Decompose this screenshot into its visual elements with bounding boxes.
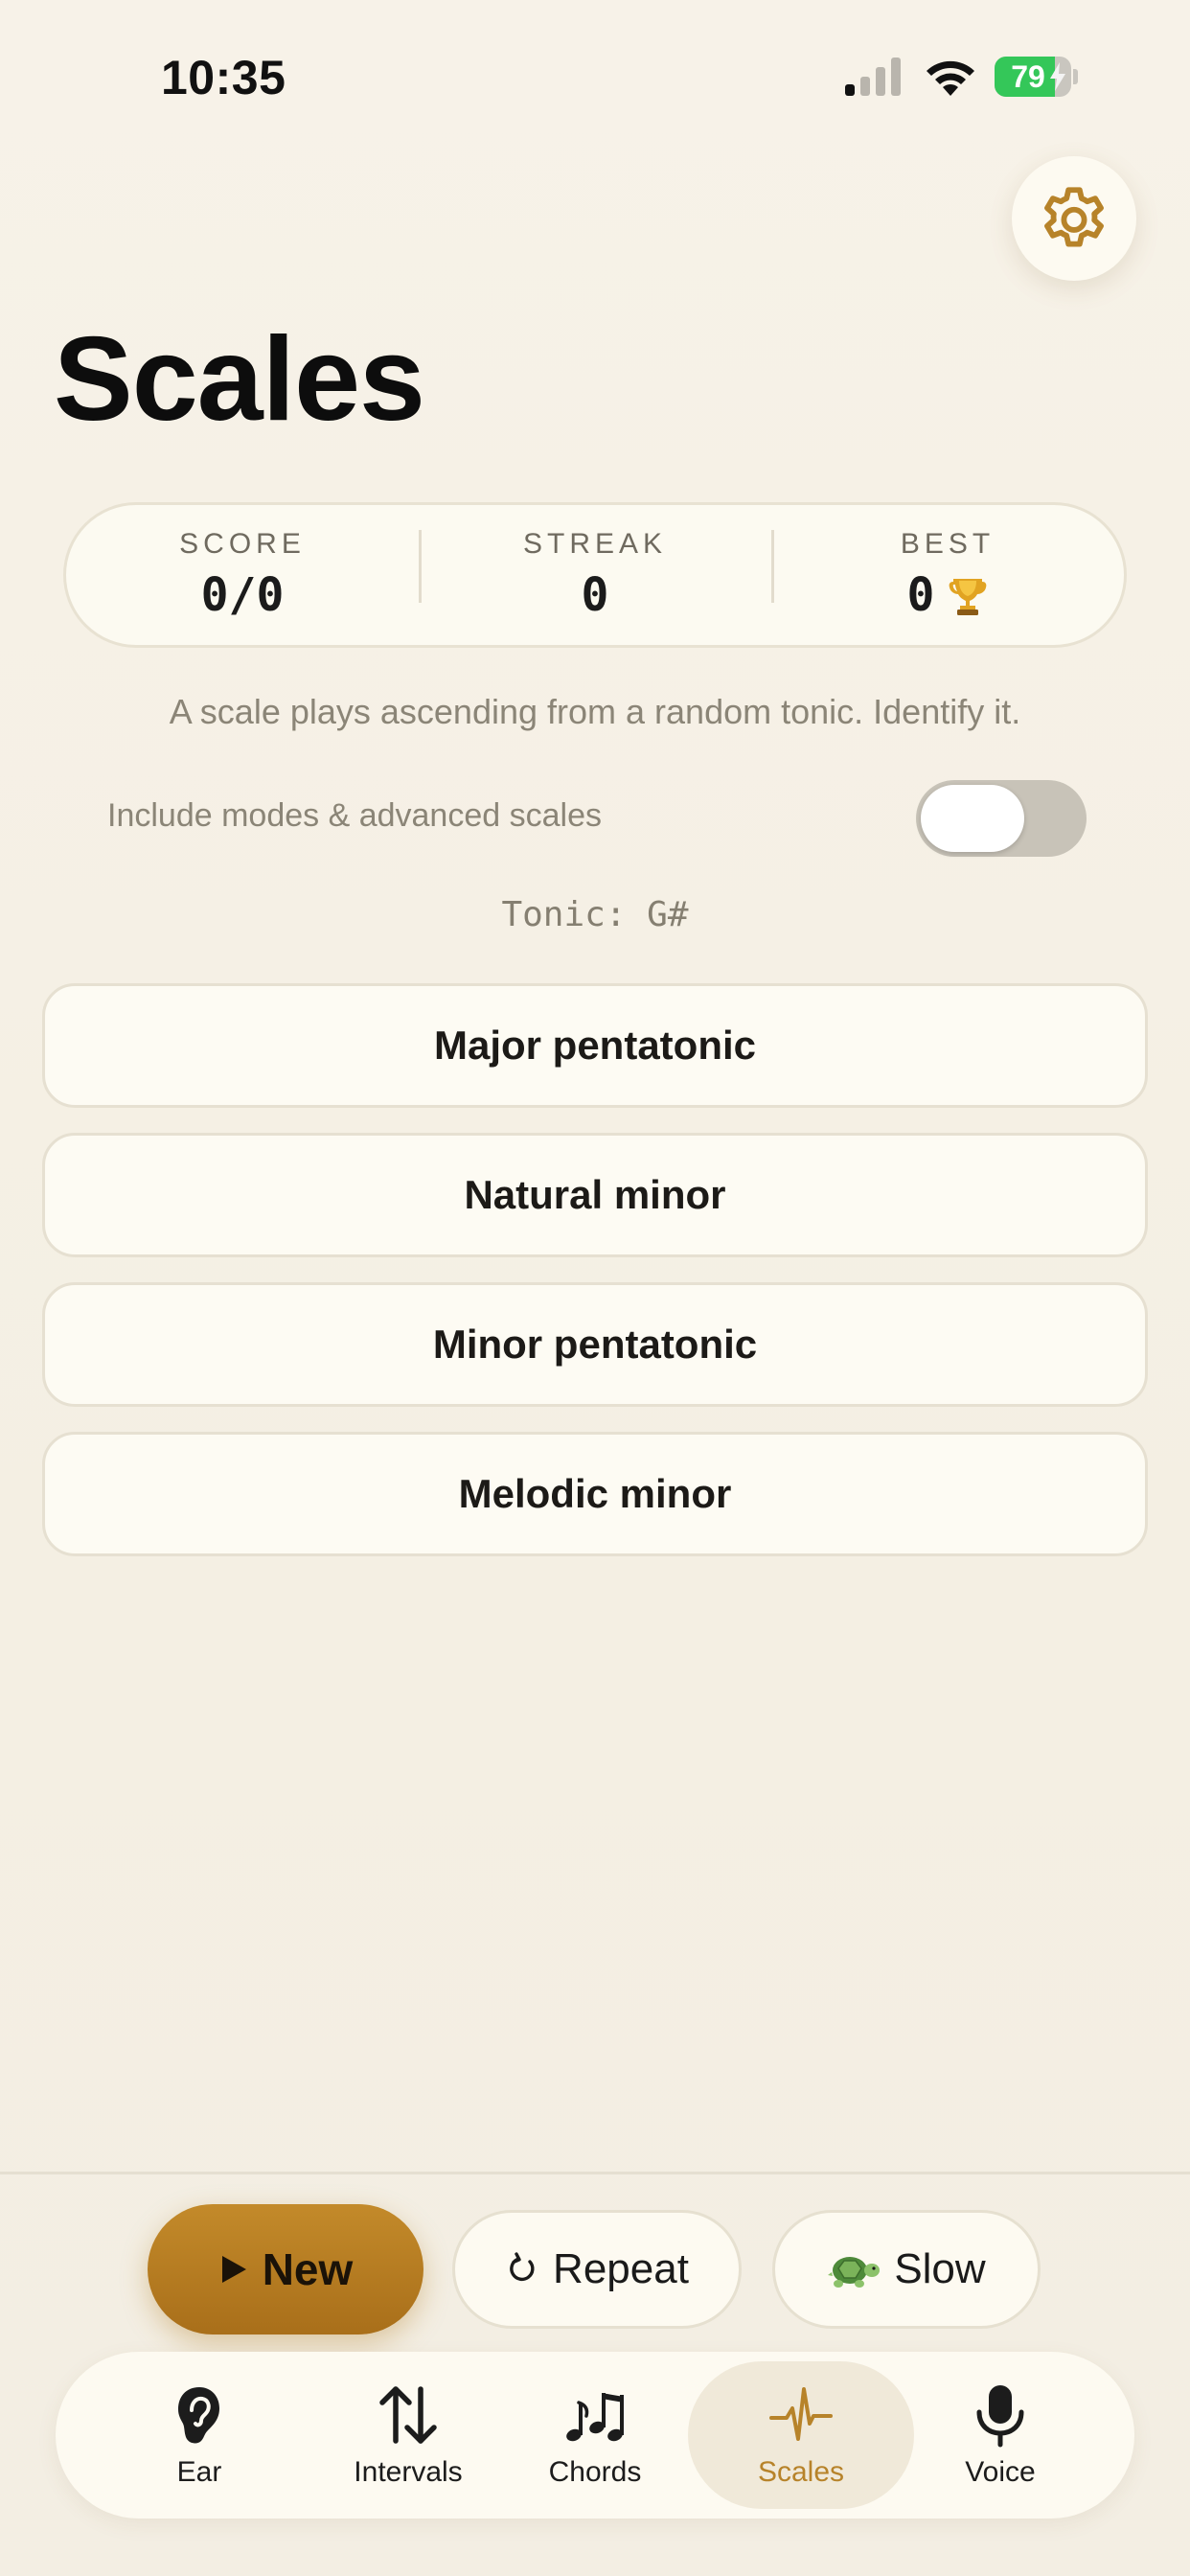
tab-ear[interactable]: Ear — [86, 2361, 312, 2509]
wifi-icon — [927, 60, 974, 96]
repeat-icon — [510, 2252, 535, 2282]
new-button-label: New — [262, 2244, 354, 2294]
answer-list: Major pentatonic Natural minor Minor pen… — [42, 983, 1148, 1581]
toggle-knob — [921, 785, 1024, 852]
score-label: SCORE — [179, 528, 306, 560]
score-stat: SCORE 0/0 — [66, 528, 419, 622]
divider — [0, 2172, 1190, 2174]
signal-icon — [845, 58, 901, 96]
answer-button-major-pentatonic[interactable]: Major pentatonic — [42, 983, 1148, 1108]
toggle-label: Include modes & advanced scales — [107, 797, 602, 834]
repeat-button[interactable]: Repeat — [452, 2210, 742, 2329]
tab-scales[interactable]: Scales — [688, 2361, 914, 2509]
new-button[interactable]: New — [148, 2204, 423, 2334]
play-icon — [221, 2256, 246, 2283]
streak-stat: STREAK 0 — [419, 528, 771, 622]
tonic-label: Tonic: G# — [501, 895, 689, 934]
streak-value: 0 — [419, 568, 771, 622]
microphone-icon — [976, 2385, 1024, 2448]
trophy-icon — [950, 579, 987, 615]
charging-bolt-icon — [1050, 62, 1065, 91]
advanced-scales-toggle[interactable] — [916, 780, 1087, 857]
score-value: 0/0 — [66, 568, 419, 622]
answer-button-melodic-minor[interactable]: Melodic minor — [42, 1432, 1148, 1556]
tab-label-scales: Scales — [757, 2456, 845, 2488]
status-bar: 10:35 79 — [0, 0, 1190, 153]
tab-label-ear: Ear — [176, 2456, 222, 2488]
tab-label-intervals: Intervals — [354, 2456, 463, 2488]
ear-icon — [178, 2387, 219, 2444]
score-card: SCORE 0/0 STREAK 0 BEST 0 — [63, 502, 1127, 648]
action-row: New Repeat Slow — [0, 2204, 1190, 2334]
waveform-icon — [769, 2387, 833, 2441]
slow-button-label: Slow — [894, 2245, 986, 2292]
best-value: 0 — [771, 568, 1124, 622]
answer-button-natural-minor[interactable]: Natural minor — [42, 1133, 1148, 1257]
tab-chords[interactable]: Chords — [482, 2361, 708, 2509]
repeat-button-label: Repeat — [553, 2245, 689, 2292]
slow-button[interactable]: Slow — [772, 2210, 1041, 2329]
tab-voice[interactable]: Voice — [887, 2361, 1113, 2509]
score-value-text: 0/0 — [200, 568, 285, 622]
answer-button-minor-pentatonic[interactable]: Minor pentatonic — [42, 1282, 1148, 1407]
settings-button[interactable] — [1012, 156, 1136, 281]
instructions-text: A scale plays ascending from a random to… — [169, 692, 1021, 731]
streak-label: STREAK — [522, 528, 668, 560]
tab-label-chords: Chords — [548, 2456, 642, 2488]
streak-value-text: 0 — [581, 568, 609, 622]
status-time: 10:35 — [161, 51, 286, 104]
battery-icon: 79 — [995, 57, 1078, 97]
turtle-icon — [828, 2257, 881, 2288]
music-notes-icon — [566, 2393, 624, 2442]
tab-bar: Ear Intervals Chords Scales Voice — [56, 2352, 1134, 2518]
gear-icon — [1044, 187, 1104, 247]
advanced-scales-toggle-row: Include modes & advanced scales — [107, 780, 1087, 857]
page-title: Scales — [54, 313, 425, 446]
tab-label-voice: Voice — [965, 2456, 1036, 2488]
best-stat: BEST 0 — [771, 528, 1124, 622]
best-value-text: 0 — [906, 568, 935, 622]
best-label: BEST — [900, 528, 995, 560]
up-down-arrows-icon — [379, 2386, 437, 2444]
